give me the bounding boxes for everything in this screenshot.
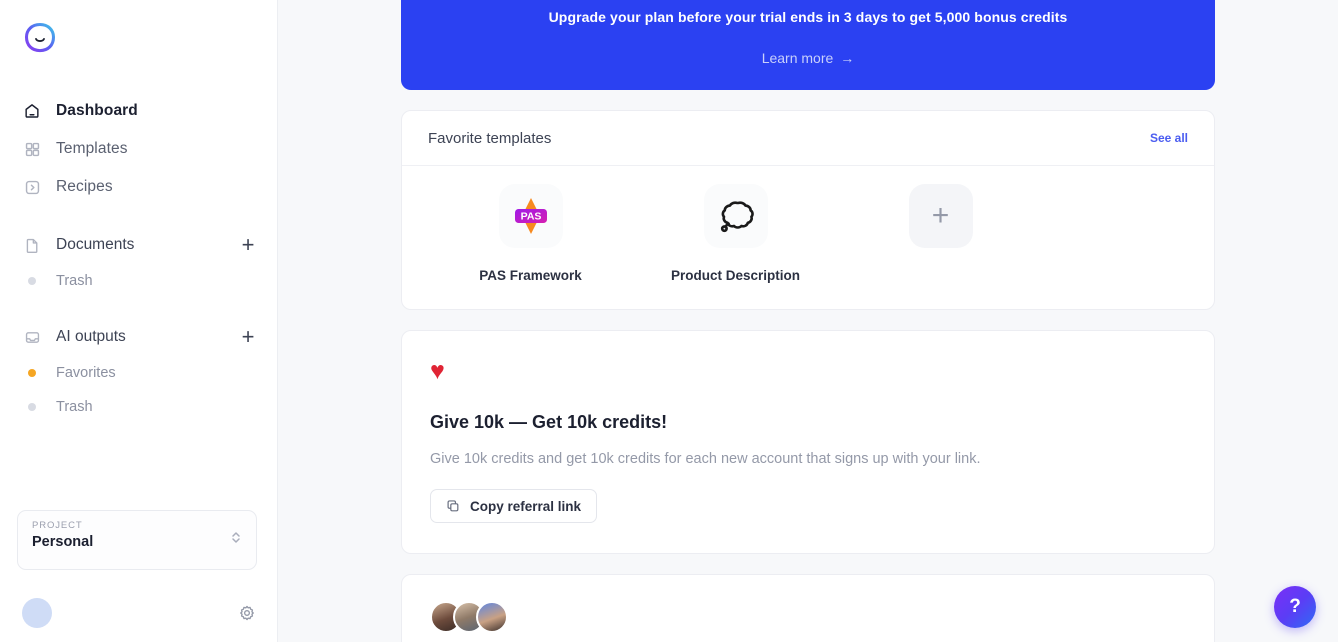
- app-logo: [24, 22, 56, 53]
- primary-nav: Dashboard Templates Recipes Documents + …: [0, 92, 277, 424]
- add-ai-output-button[interactable]: +: [237, 326, 259, 348]
- sidebar-item-label: Recipes: [56, 178, 113, 195]
- user-avatar[interactable]: [22, 598, 52, 628]
- plus-icon: +: [908, 184, 973, 248]
- sidebar-item-documents-trash[interactable]: Trash: [0, 264, 277, 298]
- dot-icon: [28, 369, 36, 377]
- learn-more-label: Learn more: [761, 50, 834, 66]
- main-content: Upgrade your plan before your trial ends…: [278, 0, 1338, 642]
- logo-container[interactable]: [0, 0, 277, 56]
- grid-icon: [22, 139, 42, 159]
- referral-title: Give 10k — Get 10k credits!: [430, 412, 668, 432]
- sidebar-item-label: Dashboard: [56, 102, 138, 119]
- chevron-up-down-icon: [230, 530, 242, 551]
- recipe-icon: [22, 177, 42, 197]
- dot-icon: [28, 277, 36, 285]
- home-icon: [22, 101, 42, 121]
- upgrade-banner: Upgrade your plan before your trial ends…: [401, 0, 1215, 90]
- template-list: PAS PAS Framework Product Description +: [402, 166, 1214, 309]
- sidebar-section-ai-outputs[interactable]: AI outputs +: [0, 318, 277, 356]
- sidebar-item-ai-trash[interactable]: Trash: [0, 390, 277, 424]
- avatar-group: [430, 601, 1186, 633]
- template-item-product-description[interactable]: Product Description: [633, 184, 838, 283]
- copy-button-label: Copy referral link: [470, 498, 582, 514]
- sidebar-section-documents[interactable]: Documents +: [0, 226, 277, 264]
- sidebar-section-label: AI outputs: [56, 328, 126, 345]
- sidebar-item-label: Templates: [56, 140, 128, 157]
- card-title: Favorite templates: [428, 129, 552, 147]
- banner-headline: Upgrade your plan before your trial ends…: [548, 9, 1068, 25]
- document-icon: [22, 235, 42, 255]
- sidebar-section-label: Documents: [56, 236, 135, 253]
- community-card: [401, 574, 1215, 642]
- learn-more-link[interactable]: Learn more →: [762, 50, 855, 66]
- see-all-link[interactable]: See all: [1150, 131, 1188, 145]
- help-button[interactable]: ?: [1274, 586, 1316, 628]
- sidebar-item-templates[interactable]: Templates: [0, 130, 277, 168]
- sidebar-item-favorites[interactable]: Favorites: [0, 356, 277, 390]
- project-value: Personal: [32, 534, 94, 550]
- sidebar-item-dashboard[interactable]: Dashboard: [0, 92, 277, 130]
- sidebar: Dashboard Templates Recipes Documents + …: [0, 0, 278, 642]
- copy-icon: [446, 499, 460, 513]
- template-label: Product Description: [670, 268, 800, 283]
- project-selector[interactable]: PROJECT Personal: [17, 510, 257, 570]
- copy-referral-link-button[interactable]: Copy referral link: [430, 489, 598, 523]
- avatar[interactable]: [476, 601, 508, 633]
- app-root: Dashboard Templates Recipes Documents + …: [0, 0, 1338, 642]
- pas-framework-icon: PAS: [498, 184, 563, 248]
- dot-icon: [28, 403, 36, 411]
- sidebar-subitem-label: Favorites: [56, 365, 116, 381]
- sidebar-subitem-label: Trash: [56, 399, 93, 415]
- svg-text:PAS: PAS: [520, 210, 541, 222]
- referral-card: ♥ Give 10k — Get 10k credits! Give 10k c…: [401, 330, 1215, 554]
- favorite-templates-card: Favorite templates See all PAS PAS Frame…: [401, 110, 1215, 310]
- heart-icon: ♥: [430, 357, 445, 385]
- add-template-button[interactable]: +: [838, 184, 1043, 283]
- nav-spacer-2: [0, 298, 277, 318]
- add-document-button[interactable]: +: [237, 234, 259, 256]
- sidebar-item-recipes[interactable]: Recipes: [0, 168, 277, 206]
- arrow-right-icon: →: [840, 50, 855, 66]
- sidebar-footer: [0, 584, 278, 642]
- favorite-templates-header: Favorite templates See all: [402, 111, 1214, 166]
- content-scroll: Upgrade your plan before your trial ends…: [278, 0, 1338, 642]
- referral-body: ♥ Give 10k — Get 10k credits! Give 10k c…: [402, 331, 1214, 553]
- speech-bubble-icon: [703, 184, 768, 248]
- referral-subtitle: Give 10k credits and get 10k credits for…: [430, 451, 981, 467]
- inbox-icon: [22, 327, 42, 347]
- template-label: PAS Framework: [479, 268, 582, 283]
- template-item-pas-framework[interactable]: PAS PAS Framework: [428, 184, 633, 283]
- community-body: [402, 575, 1214, 642]
- sidebar-subitem-label: Trash: [56, 273, 93, 289]
- project-kicker: PROJECT: [32, 520, 83, 531]
- gear-icon[interactable]: [238, 604, 256, 622]
